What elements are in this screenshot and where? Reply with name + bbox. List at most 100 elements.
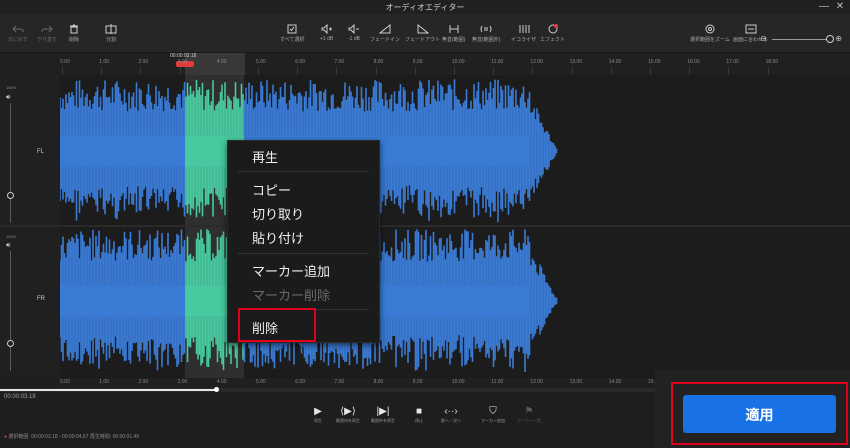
ruler-tick-label: 15.00 [648,59,661,65]
speaker-icon[interactable]: 🔊︎ [6,242,10,250]
redo-label: やり直す [37,37,58,43]
effect-icon [548,24,558,34]
delete-highlight-box [238,308,316,342]
prev-next-button[interactable]: ‹··› 前へ・次へ [441,406,461,424]
checkbox-icon [287,24,297,34]
fade-in-icon [379,24,391,34]
undo-button[interactable]: 元に戻す [8,24,28,43]
volume-down-button[interactable]: -1 dB [348,24,360,42]
channel-fl-label: FL [37,149,45,155]
menu-separator [238,171,369,172]
ruler-tick-label: 13.00 [569,59,583,65]
ruler-tick-label: 1.00 [99,379,109,385]
ruler-tick-label: 8.00 [373,59,384,65]
add-marker-label: マーカー追加 [481,418,505,423]
ruler-tick-label: 2.00 [138,59,149,65]
play-button[interactable]: ▶ 再生 [314,406,322,424]
channel-fl-volume-pct: 100% [6,85,17,90]
ruler-tick-line [610,67,612,75]
split-button[interactable]: 分割 [105,24,117,43]
ruler-tick-line [218,67,220,75]
ruler-tick-label: 9.00 [412,59,423,65]
effect-label: エフェクト [540,37,566,43]
marker-list-icon: ⚑ [524,406,534,417]
volume-up-icon [321,24,332,34]
zoom-out-icon[interactable]: ⊖ [760,34,767,43]
zoom-slider[interactable]: ⊖ ⊕ [760,34,842,44]
channel-fl-volume-knob[interactable] [7,192,14,199]
fade-out-icon [417,24,429,34]
volume-up-label: +1 dB [320,36,334,42]
menu-item-copy[interactable]: コピー [252,180,291,199]
equalizer-button[interactable]: イコライザ [511,24,536,43]
zoom-slider-track [772,39,830,40]
marker-list-button[interactable]: ⚑ マーカー一覧 [517,406,541,424]
zoom-selection-button[interactable]: 選択範囲をズーム [690,24,730,43]
fade-in-button[interactable]: フェードイン [370,24,400,43]
equalizer-icon [519,25,529,33]
speaker-icon[interactable]: 🔊︎ [6,94,10,102]
prev-next-label: 前へ・次へ [441,418,461,423]
ruler-tick-label: 6.00 [295,379,305,385]
ruler-tick-line [336,67,338,75]
play-range-button[interactable]: ⟨▶⟩ 範囲内を再生 [336,406,360,424]
ruler-tick-label: 3.00 [177,379,188,385]
ruler-tick-label: 8.00 [373,379,384,385]
ruler-tick-label: 10.00 [452,59,465,65]
play-outside-button[interactable]: |▶| 範囲外を再生 [371,406,395,424]
split-label: 分割 [105,37,116,43]
status-text: 選択範囲: 00:00:03.18 - 00:00:04.67 再生時間: 00… [8,434,140,440]
silence-button[interactable]: 無音(範囲) [442,24,465,43]
undo-icon [12,25,24,33]
zoom-in-icon[interactable]: ⊕ [835,34,842,43]
ruler-tick-label: 5.00 [256,59,266,65]
ruler-tick-label: 17.00 [726,59,739,65]
ruler-tick-label: 0.00 [60,59,70,65]
ruler-tick-line [454,67,455,75]
timeline-ruler[interactable]: 00:00:03.18 0.00 1.00 2.00 3.00 4.00 5.00 6.00… [0,53,850,75]
ruler-tick-label: 9.00 [412,379,423,385]
noise-icon [480,25,492,33]
prev-next-icon: ‹··› [444,406,458,417]
minimize-button[interactable]: — [818,1,830,13]
toolbar: 元に戻す やり直す 削除 分割 すべて選択 +1 dB -1 dB フェードイン… [0,14,850,53]
zoom-selection-label: 選択範囲をズーム [690,37,730,43]
play-range-icon: ⟨▶⟩ [340,406,356,417]
play-range-label: 範囲内を再生 [336,418,360,423]
marker-list-label: マーカー一覧 [517,418,541,423]
ruler-tick-label: 1.00 [99,59,109,65]
ruler-tick-line [101,67,103,75]
redo-button[interactable]: やり直す [37,24,57,43]
zoom-selection-icon [705,24,715,34]
volume-up-button[interactable]: +1 dB [320,24,333,42]
silence-label: 無音(範囲) [442,37,466,43]
effect-button[interactable]: エフェクト [540,24,565,43]
ruler-tick-line [140,67,142,75]
menu-item-paste[interactable]: 貼り付け [252,228,304,247]
add-marker-button[interactable]: ⛉ マーカー追加 [481,406,505,424]
ruler-tick-label: 11.00 [491,59,504,65]
select-all-button[interactable]: すべて選択 [280,24,304,43]
fade-out-button[interactable]: フェードアウト [405,24,440,43]
channel-fr-volume-knob[interactable] [7,340,14,347]
ruler-tick-line [179,67,181,75]
zoom-slider-thumb[interactable] [826,35,834,43]
close-button[interactable]: ✕ [834,1,846,13]
noise-button[interactable]: 無音(範囲外) [472,24,500,43]
ruler-tick-line [375,67,377,75]
stop-button[interactable]: ■ 停止 [415,406,423,424]
ruler-tick-line [62,67,63,75]
menu-item-cut[interactable]: 切り取り [252,204,304,223]
ruler-tick-line [297,67,299,75]
title-bar: オーディオエディター — ✕ [0,0,850,14]
fade-in-label: フェードイン [370,37,401,43]
ruler-tick-label: 3.00 [177,59,188,65]
menu-item-add-marker[interactable]: マーカー追加 [252,261,330,280]
ruler-tick-line [767,67,769,75]
ruler-tick-label: 5.00 [256,379,266,385]
ruler-tick-label: 0.00 [60,379,70,385]
menu-item-play[interactable]: 再生 [252,147,278,166]
delete-button[interactable]: 削除 [69,24,79,43]
progress-fill [0,389,216,391]
fade-out-label: フェードアウト [405,37,441,43]
